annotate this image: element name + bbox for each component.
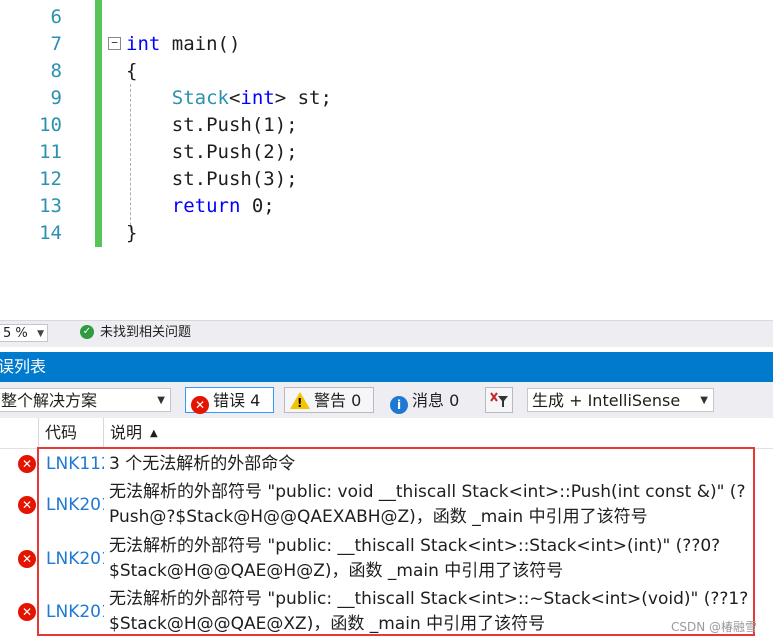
warning-icon: ! <box>290 392 310 410</box>
panel-title: 误列表 <box>0 357 47 376</box>
code-token: st.Push(1); <box>126 114 298 136</box>
chevron-down-icon: ▼ <box>37 329 44 339</box>
messages-filter-button[interactable]: i 消息 0 <box>384 387 474 414</box>
code-text: st.Push(1); <box>126 112 298 139</box>
code-text: Stack<int> st; <box>126 85 332 112</box>
code-token: < <box>228 87 241 109</box>
filter-toggle-button[interactable] <box>485 387 513 413</box>
code-token: return <box>126 195 241 217</box>
messages-filter-label: 消息 0 <box>412 391 460 410</box>
code-token: main() <box>160 33 241 55</box>
line-number: 8 <box>50 60 62 82</box>
build-source-value: 生成 + IntelliSense <box>532 391 681 410</box>
column-description-label: 说明 <box>110 423 143 442</box>
code-line[interactable]: 12 st.Push(3); <box>0 166 773 193</box>
code-line[interactable]: 7 int main() <box>0 31 773 58</box>
code-token: { <box>126 60 138 82</box>
code-token: 0; <box>240 195 275 217</box>
code-text: int main() <box>126 31 240 58</box>
code-text: return 0; <box>126 193 275 220</box>
code-token: st.Push(3); <box>126 168 298 190</box>
chevron-down-icon: ▼ <box>700 395 708 406</box>
sort-ascending-icon: ▲ <box>150 428 158 439</box>
error-icon: ✕ <box>18 455 36 473</box>
errors-filter-label: 错误 4 <box>213 391 261 410</box>
warnings-filter-label: 警告 0 <box>314 391 362 410</box>
error-icon: ✕ <box>191 396 209 414</box>
code-line[interactable]: 14} <box>0 220 773 247</box>
line-number: 14 <box>39 222 62 244</box>
code-token: st.Push(2); <box>126 141 298 163</box>
warnings-filter-button[interactable]: ! 警告 0 <box>284 387 374 413</box>
watermark: CSDN @椿融雪 <box>670 620 757 634</box>
code-token: > st; <box>274 87 332 109</box>
info-icon: i <box>390 396 408 414</box>
line-number: 10 <box>39 114 62 136</box>
filter-funnel-icon <box>490 392 508 407</box>
code-line[interactable]: 8{ <box>0 58 773 85</box>
code-text: st.Push(3); <box>126 166 298 193</box>
line-number: 6 <box>50 6 62 28</box>
code-editor[interactable]: − 6 7 int main() 8{9 Stack<int> st; 10 st.Pu… <box>0 0 773 320</box>
error-list-title-bar[interactable]: 误列表 <box>0 352 773 382</box>
line-number: 9 <box>50 87 62 109</box>
scope-value: 整个解决方案 <box>1 391 98 410</box>
column-header-spacer <box>0 418 38 448</box>
code-token: Stack <box>126 87 229 109</box>
line-number: 12 <box>39 168 62 190</box>
line-number: 11 <box>39 141 62 163</box>
error-icon: ✕ <box>18 496 36 514</box>
error-list-column-header: 代码 说明 ▲ <box>0 418 773 449</box>
column-code-label: 代码 <box>45 423 78 442</box>
scope-dropdown[interactable]: 整个解决方案 ▼ <box>0 388 171 412</box>
zoom-level-value: 5 % <box>3 326 28 341</box>
error-list-toolbar: 整个解决方案 ▼ ✕ 错误 4 ! 警告 0 i 消息 0 生成 + IntelliS… <box>0 382 773 418</box>
column-header-code[interactable]: 代码 <box>38 418 103 448</box>
code-token: int <box>240 87 275 109</box>
line-number: 13 <box>39 195 62 217</box>
annotation-highlight-box <box>37 447 755 636</box>
zoom-level-dropdown[interactable]: 5 % ▼ <box>0 324 48 342</box>
code-line[interactable]: 6 <box>0 4 773 31</box>
code-line[interactable]: 11 st.Push(2); <box>0 139 773 166</box>
code-text: } <box>126 220 137 247</box>
code-token: } <box>126 222 138 244</box>
editor-status-bar: 5 % ▼ ✓ 未找到相关问题 <box>0 320 773 347</box>
issues-status-text: 未找到相关问题 <box>100 325 192 340</box>
build-source-dropdown[interactable]: 生成 + IntelliSense ▼ <box>527 388 714 412</box>
column-header-description[interactable]: 说明 ▲ <box>103 418 773 448</box>
check-circle-icon: ✓ <box>80 325 94 339</box>
chevron-down-icon: ▼ <box>157 395 165 406</box>
code-line[interactable]: 13 return 0; <box>0 193 773 220</box>
line-number: 7 <box>50 33 62 55</box>
error-icon: ✕ <box>18 550 36 568</box>
code-text: { <box>126 58 137 85</box>
code-text: st.Push(2); <box>126 139 298 166</box>
errors-filter-button[interactable]: ✕ 错误 4 <box>185 387 274 414</box>
code-line[interactable]: 9 Stack<int> st; <box>0 85 773 112</box>
code-token: int <box>126 33 161 55</box>
error-icon: ✕ <box>18 603 36 621</box>
code-line[interactable]: 10 st.Push(1); <box>0 112 773 139</box>
